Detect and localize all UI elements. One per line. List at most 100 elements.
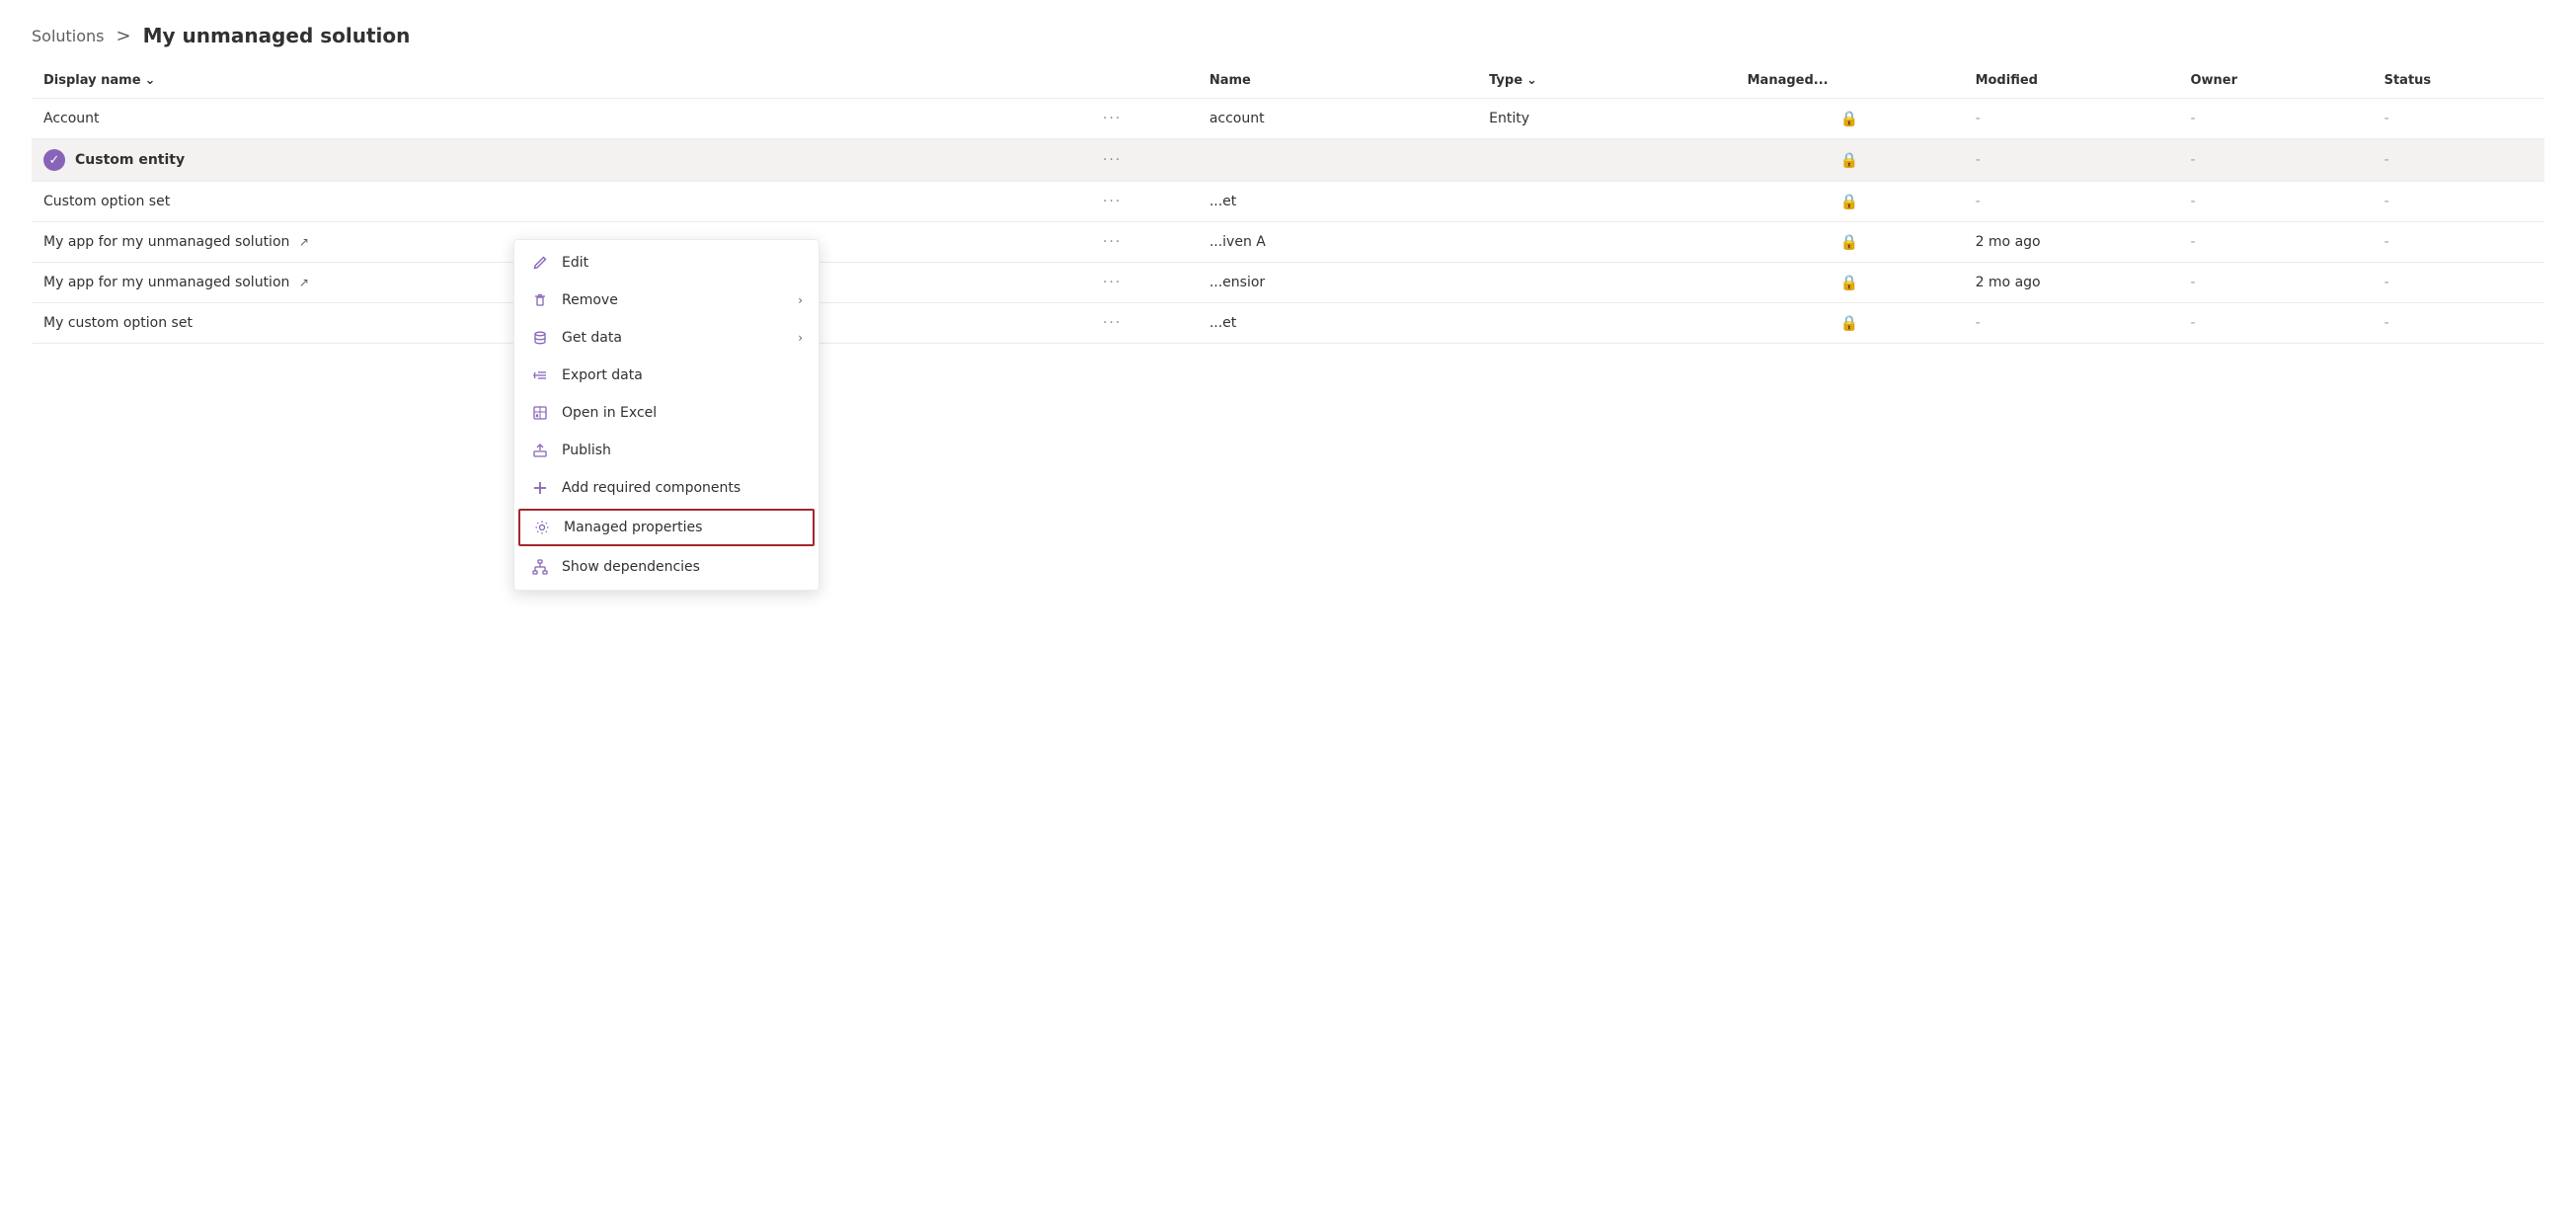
cell-status: -: [2373, 99, 2544, 139]
cell-dots[interactable]: ···: [1087, 222, 1198, 263]
cell-display-name: Custom option set: [32, 182, 1087, 222]
row-more-button[interactable]: ···: [1099, 109, 1126, 128]
table-row[interactable]: My app for my unmanaged solution ↗ ··· .…: [32, 222, 2544, 263]
cell-status: -: [2373, 222, 2544, 263]
submenu-arrow-icon: ›: [798, 293, 803, 307]
menu-item-add-required[interactable]: Add required components: [514, 469, 819, 507]
menu-item-show-dependencies-label: Show dependencies: [562, 559, 700, 575]
trash-icon: [530, 290, 550, 310]
cell-managed: 🔒: [1736, 182, 1964, 222]
cell-dots[interactable]: ···: [1087, 303, 1198, 344]
submenu-arrow-icon: ›: [798, 331, 803, 345]
cell-owner: -: [2178, 99, 2372, 139]
publish-icon: [530, 441, 550, 460]
external-link-icon: ↗: [299, 276, 309, 289]
table-row[interactable]: My custom option set ··· ...et 🔒 - - -: [32, 303, 2544, 344]
edit-icon: [530, 253, 550, 273]
menu-item-export-data-label: Export data: [562, 367, 643, 383]
col-header-name: Name: [1198, 63, 1477, 99]
menu-item-edit[interactable]: Edit: [514, 244, 819, 282]
cell-managed: 🔒: [1736, 99, 1964, 139]
cell-managed: 🔒: [1736, 139, 1964, 182]
cell-name: ...iven A: [1198, 222, 1477, 263]
cell-owner: -: [2178, 303, 2372, 344]
cell-managed: 🔒: [1736, 222, 1964, 263]
table-row[interactable]: My app for my unmanaged solution ↗ ··· .…: [32, 263, 2544, 303]
dependencies-icon: [530, 557, 550, 577]
menu-item-remove[interactable]: Remove ›: [514, 282, 819, 319]
plus-icon: [530, 478, 550, 498]
lock-icon: 🔒: [1840, 151, 1859, 169]
cell-dots[interactable]: ···: [1087, 182, 1198, 222]
cell-owner: -: [2178, 263, 2372, 303]
cell-modified: 2 mo ago: [1964, 263, 2179, 303]
menu-item-show-dependencies[interactable]: Show dependencies: [514, 548, 819, 586]
cell-owner: -: [2178, 222, 2372, 263]
row-more-button[interactable]: ···: [1099, 232, 1126, 252]
cell-display-name: ✓ Custom entity: [32, 139, 1087, 182]
cell-dots[interactable]: ···: [1087, 99, 1198, 139]
menu-item-add-required-label: Add required components: [562, 480, 741, 496]
menu-item-publish[interactable]: Publish: [514, 432, 819, 469]
row-more-button[interactable]: ···: [1099, 313, 1126, 333]
col-header-modified: Modified: [1964, 63, 2179, 99]
cell-owner: -: [2178, 139, 2372, 182]
col-header-owner: Owner: [2178, 63, 2372, 99]
col-header-type[interactable]: Type ⌄: [1477, 63, 1736, 99]
cell-status: -: [2373, 139, 2544, 182]
lock-icon: 🔒: [1840, 314, 1859, 332]
sort-arrow-type-icon: ⌄: [1526, 73, 1537, 88]
col-header-status: Status: [2373, 63, 2544, 99]
col-header-dots: [1087, 63, 1198, 99]
menu-item-publish-label: Publish: [562, 443, 611, 458]
excel-icon: [530, 403, 550, 423]
row-more-button[interactable]: ···: [1099, 273, 1126, 292]
gear-icon: [532, 518, 552, 537]
cell-status: -: [2373, 263, 2544, 303]
lock-icon: 🔒: [1840, 233, 1859, 251]
cell-name: account: [1198, 99, 1477, 139]
cell-modified: -: [1964, 99, 2179, 139]
cell-type: [1477, 263, 1736, 303]
cell-dots[interactable]: ···: [1087, 139, 1198, 182]
table-row[interactable]: Custom option set ··· ...et 🔒 - - -: [32, 182, 2544, 222]
cell-type: [1477, 303, 1736, 344]
cell-modified: -: [1964, 139, 2179, 182]
cell-modified: 2 mo ago: [1964, 222, 2179, 263]
menu-item-remove-label: Remove: [562, 292, 618, 308]
database-icon: [530, 328, 550, 348]
menu-item-managed-properties[interactable]: Managed properties: [518, 509, 815, 546]
cell-dots[interactable]: ···: [1087, 263, 1198, 303]
breadcrumb-parent[interactable]: Solutions: [32, 27, 105, 45]
cell-name: ...ensior: [1198, 263, 1477, 303]
cell-type: [1477, 139, 1736, 182]
cell-status: -: [2373, 303, 2544, 344]
solutions-table: Display name ⌄ Name Type ⌄ Managed...: [32, 63, 2544, 344]
cell-owner: -: [2178, 182, 2372, 222]
breadcrumb: Solutions > My unmanaged solution: [0, 0, 2576, 63]
menu-item-get-data[interactable]: Get data ›: [514, 319, 819, 357]
cell-display-name: Account: [32, 99, 1087, 139]
export-icon: [530, 365, 550, 385]
menu-item-export-data[interactable]: Export data: [514, 357, 819, 394]
menu-item-open-excel[interactable]: Open in Excel: [514, 394, 819, 432]
lock-icon: 🔒: [1840, 110, 1859, 127]
cell-managed: 🔒: [1736, 263, 1964, 303]
context-menu: Edit Remove › Get data ›: [513, 239, 820, 591]
lock-icon: 🔒: [1840, 274, 1859, 291]
cell-modified: -: [1964, 182, 2179, 222]
col-header-display-name[interactable]: Display name ⌄: [32, 63, 1087, 99]
cell-type: Entity: [1477, 99, 1736, 139]
cell-type: [1477, 222, 1736, 263]
lock-icon: 🔒: [1840, 193, 1859, 210]
table-header-row: Display name ⌄ Name Type ⌄ Managed...: [32, 63, 2544, 99]
menu-item-get-data-label: Get data: [562, 330, 622, 346]
table-row[interactable]: ✓ Custom entity ··· 🔒 - - -: [32, 139, 2544, 182]
cell-modified: -: [1964, 303, 2179, 344]
cell-managed: 🔒: [1736, 303, 1964, 344]
table-row[interactable]: Account ··· account Entity 🔒 - - -: [32, 99, 2544, 139]
row-more-button[interactable]: ···: [1099, 192, 1126, 211]
col-header-managed: Managed...: [1736, 63, 1964, 99]
row-more-button[interactable]: ···: [1099, 150, 1126, 170]
selected-check-icon: ✓: [43, 149, 65, 171]
